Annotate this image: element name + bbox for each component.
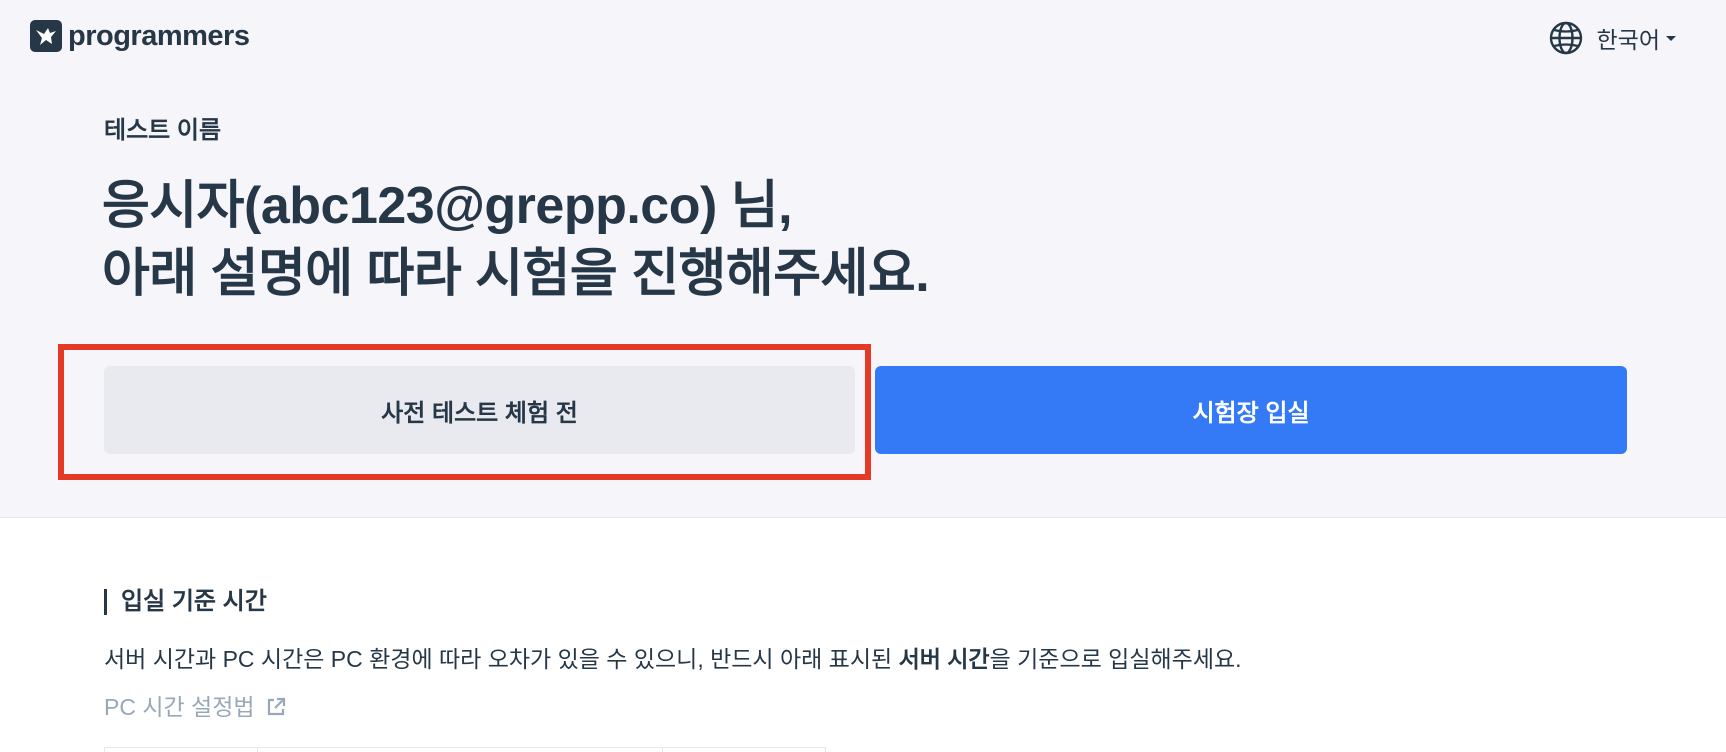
pretest-button[interactable]: 사전 테스트 체험 전 xyxy=(104,366,855,454)
logo-text: programmers xyxy=(68,20,250,52)
programmers-logo[interactable]: programmers xyxy=(30,20,250,52)
top-section: programmers 한국어 테스트 이름 응시자(abc123@grepp.… xyxy=(0,0,1726,518)
headline-line-2: 아래 설명에 따라 시험을 진행해주세요. xyxy=(102,245,930,303)
table-divider xyxy=(662,748,663,752)
pc-time-link-label: PC 시간 설정법 xyxy=(104,694,255,720)
external-link-icon xyxy=(267,697,285,716)
entry-time-description: 서버 시간과 PC 시간은 PC 환경에 따라 오차가 있을 수 있으니, 반드… xyxy=(104,644,1242,674)
desc-text-before: 서버 시간과 PC 시간은 PC 환경에 따라 오차가 있을 수 있으니, 반드… xyxy=(104,646,899,672)
page-title: 응시자(abc123@grepp.co) 님, 아래 설명에 따라 시험을 진행… xyxy=(102,172,930,308)
programmers-logo-icon xyxy=(30,20,62,52)
entry-time-title: 입실 기준 시간 xyxy=(104,589,267,615)
test-name: 테스트 이름 xyxy=(104,117,222,144)
desc-text-after: 을 기준으로 입실해주세요. xyxy=(989,646,1242,672)
headline-line-1: 응시자(abc123@grepp.co) 님, xyxy=(102,177,793,235)
table-divider xyxy=(104,748,105,752)
table-divider xyxy=(257,748,258,752)
desc-server-time: 서버 시간 xyxy=(898,646,990,672)
pc-time-settings-link[interactable]: PC 시간 설정법 xyxy=(104,692,287,722)
language-selector[interactable]: 한국어 xyxy=(1548,20,1676,56)
globe-icon xyxy=(1549,21,1582,55)
enter-exam-button[interactable]: 시험장 입실 xyxy=(875,366,1627,454)
caret-down-icon xyxy=(1666,35,1676,41)
language-label: 한국어 xyxy=(1596,27,1660,53)
server-time-table xyxy=(104,747,826,752)
table-divider xyxy=(825,748,826,752)
